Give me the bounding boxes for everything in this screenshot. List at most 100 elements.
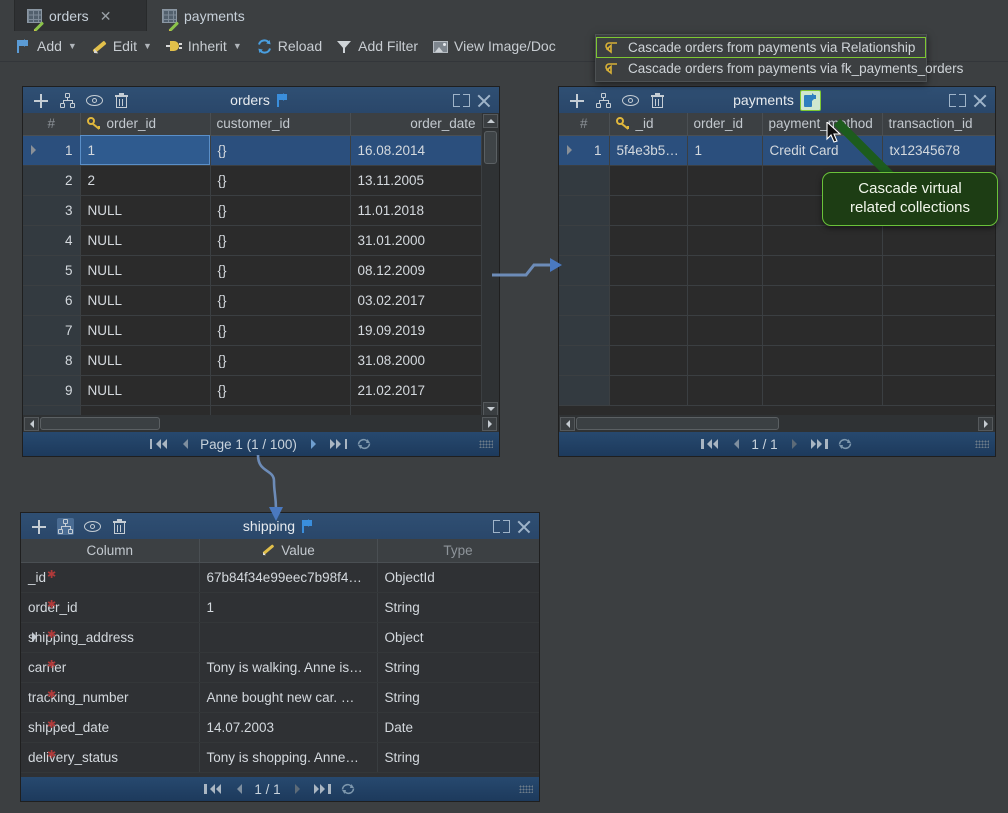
cascade-virtual-icon[interactable]	[799, 89, 821, 111]
orders-col-order-id[interactable]: order_id	[80, 113, 211, 136]
cell-empty[interactable]	[609, 195, 688, 226]
close-icon[interactable]	[515, 518, 532, 535]
cell-customer-id[interactable]: {}	[210, 315, 351, 346]
payments-col-order-id[interactable]: order_id	[687, 113, 763, 136]
cell-order-id[interactable]: NULL	[80, 345, 211, 376]
list-item[interactable]: ✱ order_id 1 String	[21, 592, 539, 623]
scroll-left-icon[interactable]	[24, 416, 39, 431]
field-name[interactable]: ✱ shipping_address	[21, 622, 200, 653]
resize-grip[interactable]	[479, 440, 493, 448]
cell-order-date[interactable]: 16.08.2014	[350, 135, 483, 166]
cell-empty[interactable]	[687, 195, 763, 226]
field-value[interactable]: Anne bought new car. …	[199, 682, 378, 713]
horizontal-scroll-thumb[interactable]	[576, 417, 779, 430]
scroll-right-icon[interactable]	[978, 416, 993, 431]
row-number[interactable]: 1	[559, 135, 610, 166]
previous-page-icon[interactable]	[229, 782, 245, 796]
row-number[interactable]: 3	[23, 195, 81, 226]
orders-col-order-date[interactable]: order_date	[350, 113, 483, 136]
table-row[interactable]: 6 NULL {} 03.02.2017	[23, 285, 483, 316]
last-page-icon[interactable]	[313, 782, 331, 796]
cell-empty[interactable]	[609, 225, 688, 256]
row-number[interactable]	[559, 195, 610, 226]
cell-customer-id[interactable]: {}	[210, 255, 351, 286]
row-number[interactable]: 2	[23, 165, 81, 196]
cell-empty[interactable]	[882, 315, 995, 346]
first-page-icon[interactable]	[701, 437, 719, 451]
orders-col-index[interactable]: #	[23, 113, 81, 136]
cell-empty[interactable]	[882, 345, 995, 376]
cell-order-date[interactable]: 31.08.2000	[350, 345, 483, 376]
cell-empty[interactable]	[687, 255, 763, 286]
plus-icon[interactable]	[568, 92, 585, 109]
table-row[interactable]	[559, 225, 995, 256]
flag-icon[interactable]	[276, 92, 292, 108]
vertical-scroll-thumb[interactable]	[484, 131, 497, 164]
cell-empty[interactable]	[687, 315, 763, 346]
cell-order-id[interactable]: NULL	[80, 255, 211, 286]
tab-payments[interactable]: payments	[150, 0, 280, 32]
next-page-icon[interactable]	[290, 782, 306, 796]
next-page-icon[interactable]	[306, 437, 322, 451]
close-icon[interactable]: ✕	[100, 9, 112, 23]
field-name[interactable]: ✱ tracking_number	[21, 682, 200, 713]
close-icon[interactable]	[971, 92, 988, 109]
table-row[interactable]: 8 NULL {} 31.08.2000	[23, 345, 483, 376]
chevron-down-icon[interactable]: ▼	[68, 41, 77, 51]
table-row[interactable]	[559, 285, 995, 316]
row-number[interactable]	[559, 225, 610, 256]
cell-order-date[interactable]: 03.02.2017	[350, 285, 483, 316]
list-item[interactable]: ✱ shipped_date 14.07.2003 Date	[21, 712, 539, 743]
expand-icon[interactable]	[949, 93, 966, 108]
table-row[interactable]	[559, 255, 995, 286]
trash-icon[interactable]	[111, 518, 128, 535]
previous-page-icon[interactable]	[175, 437, 191, 451]
cell-id[interactable]: 5f4e3b5…	[609, 135, 688, 166]
cell-customer-id[interactable]: {}	[210, 165, 351, 196]
field-value[interactable]: 67b84f34e99eec7b98f4…	[199, 562, 378, 593]
expand-icon[interactable]	[453, 93, 470, 108]
cell-empty[interactable]	[609, 255, 688, 286]
field-value[interactable]: Tony is shopping. Anne…	[199, 742, 378, 773]
cell-order-id[interactable]: NULL	[80, 195, 211, 226]
eye-icon[interactable]	[84, 518, 101, 535]
cell-order-id[interactable]: NULL	[80, 285, 211, 316]
refresh-icon[interactable]	[837, 437, 853, 451]
cell-empty[interactable]	[687, 375, 763, 406]
table-row[interactable]: 3 NULL {} 11.01.2018	[23, 195, 483, 226]
cell-empty[interactable]	[762, 345, 883, 376]
view-image-doc-button[interactable]: View Image/Doc	[425, 36, 563, 57]
trash-icon[interactable]	[649, 92, 666, 109]
cell-customer-id[interactable]: {}	[210, 195, 351, 226]
flag-icon[interactable]	[301, 518, 317, 534]
list-item[interactable]: ✱ tracking_number Anne bought new car. … …	[21, 682, 539, 713]
plus-icon[interactable]	[30, 518, 47, 535]
cascade-menu-item-fk[interactable]: Cascade orders from payments via fk_paym…	[596, 58, 963, 79]
orders-col-customer-id[interactable]: customer_id	[210, 113, 351, 136]
last-page-icon[interactable]	[810, 437, 828, 451]
cell-empty[interactable]	[687, 225, 763, 256]
field-name[interactable]: ✱ _id	[21, 562, 200, 593]
row-number[interactable]: 5	[23, 255, 81, 286]
field-name[interactable]: ✱ delivery_status	[21, 742, 200, 773]
close-icon[interactable]	[475, 92, 492, 109]
hierarchy-icon[interactable]	[595, 92, 612, 109]
shipping-col-type[interactable]: Type	[377, 539, 539, 563]
cell-order-date[interactable]: 19.09.2019	[350, 315, 483, 346]
cell-empty[interactable]	[609, 315, 688, 346]
cell-empty[interactable]	[609, 285, 688, 316]
add-filter-button[interactable]: Add Filter	[329, 36, 425, 57]
cell-customer-id[interactable]: {}	[210, 375, 351, 406]
cell-order-id[interactable]: 1	[687, 135, 763, 166]
orders-horizontal-scrollbar[interactable]	[23, 415, 499, 432]
payments-horizontal-scrollbar[interactable]	[559, 415, 995, 432]
row-number[interactable]: 4	[23, 225, 81, 256]
list-item[interactable]: ✱ _id 67b84f34e99eec7b98f4… ObjectId	[21, 562, 539, 593]
cell-transaction-id[interactable]: tx12345678	[882, 135, 995, 166]
expand-icon[interactable]	[493, 519, 510, 534]
cell-empty[interactable]	[609, 345, 688, 376]
eye-icon[interactable]	[622, 92, 639, 109]
table-row[interactable]: 4 NULL {} 31.01.2000	[23, 225, 483, 256]
next-page-icon[interactable]	[787, 437, 803, 451]
inherit-button[interactable]: Inherit ▼	[159, 36, 249, 57]
